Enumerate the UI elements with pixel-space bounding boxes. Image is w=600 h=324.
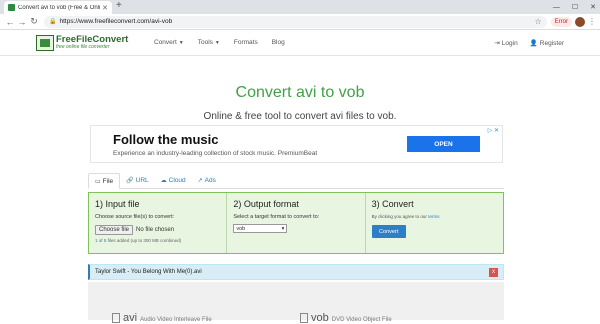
reload-icon[interactable]: ↻ bbox=[28, 16, 40, 27]
link-icon: 🔗 bbox=[126, 178, 134, 184]
url-field[interactable]: 🔒 https://www.freefileconvert.com/avi-vo… bbox=[44, 15, 547, 28]
back-icon[interactable]: ← bbox=[4, 17, 16, 27]
step2-desc: Select a target format to convert to: bbox=[233, 214, 320, 220]
user-icon: 👤 bbox=[529, 39, 538, 47]
queued-file-row: Taylor Swift - You Belong With Me(0).avi… bbox=[88, 264, 504, 280]
register-link[interactable]: 👤 Register bbox=[530, 39, 564, 47]
choose-file-button[interactable]: Choose file bbox=[95, 225, 134, 235]
nav-tools[interactable]: Tools ▼ bbox=[198, 39, 220, 46]
ad-title: Follow the music bbox=[113, 132, 219, 147]
bookmark-star-icon[interactable]: ☆ bbox=[534, 17, 541, 26]
main-nav: Convert ▼ Tools ▼ Formats Blog bbox=[154, 39, 285, 46]
forward-icon[interactable]: → bbox=[16, 17, 28, 27]
convert-button[interactable]: Convert bbox=[371, 225, 406, 238]
ad-open-button[interactable]: OPEN bbox=[407, 136, 480, 152]
caret-down-icon: ▼ bbox=[178, 40, 184, 46]
nav-blog[interactable]: Blog bbox=[272, 39, 285, 46]
step-convert: 3) Convert By clicking you agree to our … bbox=[364, 193, 503, 253]
login-icon: ⇥ bbox=[494, 39, 500, 47]
minimize-icon[interactable]: — bbox=[553, 4, 560, 11]
cloud-icon: ☁ bbox=[160, 178, 167, 184]
source-tabs: ▭ File 🔗 URL ☁ Cloud ↗ Ads bbox=[88, 173, 504, 189]
nav-convert[interactable]: Convert ▼ bbox=[154, 39, 184, 46]
terms-note: By clicking you agree to our terms bbox=[371, 214, 440, 219]
window-controls: — ☐ ✕ bbox=[553, 0, 596, 14]
tab-cloud[interactable]: ☁ Cloud bbox=[155, 173, 192, 188]
conversion-steps: 1) Input file Choose source file(s) to c… bbox=[88, 192, 504, 254]
format-select[interactable]: vob ▾ bbox=[233, 224, 288, 233]
profile-avatar[interactable] bbox=[575, 16, 585, 27]
close-tab-icon[interactable]: ✕ bbox=[102, 4, 108, 12]
site-logo[interactable]: FreeFileConvert free online file convert… bbox=[36, 34, 140, 51]
logo-icon bbox=[36, 34, 54, 51]
file-count-note: 1 of 5 files added (up to 300 MB combine… bbox=[95, 238, 182, 243]
tab-title: Convert avi to vob (Free & Onli... bbox=[18, 4, 101, 11]
browser-tabbar: Convert avi to vob (Free & Onli... ✕ + —… bbox=[0, 0, 600, 14]
address-bar: ← → ↻ 🔒 https://www.freefileconvert.com/… bbox=[0, 14, 600, 30]
step1-title: 1) Input file bbox=[95, 199, 140, 209]
tab-file[interactable]: ▭ File bbox=[88, 173, 121, 189]
ad-text: Experience an industry-leading collectio… bbox=[113, 150, 318, 157]
file-icon bbox=[300, 313, 308, 323]
format-target[interactable]: vob DVD Video Object File bbox=[300, 312, 392, 324]
browser-tab[interactable]: Convert avi to vob (Free & Onli... ✕ bbox=[4, 1, 112, 14]
error-badge[interactable]: Error bbox=[550, 16, 572, 27]
hero: Convert avi to vob Online & free tool to… bbox=[0, 84, 600, 122]
ad-banner[interactable]: Follow the music Experience an industry-… bbox=[90, 125, 503, 163]
formats-info: avi Audio Video Interleave File vob DVD … bbox=[88, 282, 504, 324]
select-caret-icon: ▾ bbox=[281, 225, 285, 232]
file-icon bbox=[112, 313, 120, 323]
page-subtitle: Online & free tool to convert avi files … bbox=[203, 111, 397, 122]
logo-tagline: free online file converter bbox=[56, 43, 110, 50]
step-input: 1) Input file Choose source file(s) to c… bbox=[89, 193, 226, 253]
remove-file-button[interactable]: x bbox=[489, 267, 498, 277]
favicon-icon bbox=[8, 4, 15, 11]
step-output: 2) Output format Select a target format … bbox=[226, 193, 364, 253]
no-file-text: No file chosen bbox=[136, 227, 175, 233]
tab-url[interactable]: 🔗 URL bbox=[120, 173, 155, 188]
step2-title: 2) Output format bbox=[233, 199, 299, 209]
nav-formats[interactable]: Formats bbox=[234, 39, 258, 46]
file-input[interactable]: Choose file No file chosen bbox=[95, 225, 220, 235]
tab-ads[interactable]: ↗ Ads bbox=[192, 173, 222, 188]
caret-down-icon: ▼ bbox=[214, 40, 220, 46]
lock-icon: 🔒 bbox=[49, 19, 57, 25]
file-name: Taylor Swift - You Belong With Me(0).avi bbox=[95, 269, 202, 275]
adchoices-icon[interactable]: ▷ ✕ bbox=[488, 127, 499, 134]
site-header: FreeFileConvert free online file convert… bbox=[0, 30, 600, 56]
browser-menu-icon[interactable]: ⋮ bbox=[588, 17, 596, 26]
external-link-icon: ↗ bbox=[197, 178, 203, 184]
url-text: https://www.freefileconvert.com/avi-vob bbox=[59, 18, 173, 25]
new-tab-icon[interactable]: + bbox=[116, 0, 122, 11]
monitor-icon: ▭ bbox=[95, 178, 101, 185]
terms-link[interactable]: terms bbox=[428, 214, 439, 219]
format-source[interactable]: avi Audio Video Interleave File bbox=[112, 312, 212, 324]
step1-desc: Choose source file(s) to convert: bbox=[95, 214, 175, 220]
auth-links: ⇥ Login 👤 Register bbox=[494, 39, 564, 47]
page-title: Convert avi to vob bbox=[235, 84, 365, 101]
maximize-icon[interactable]: ☐ bbox=[572, 3, 578, 11]
close-window-icon[interactable]: ✕ bbox=[590, 3, 596, 11]
login-link[interactable]: ⇥ Login bbox=[494, 39, 517, 47]
step3-title: 3) Convert bbox=[371, 199, 414, 209]
